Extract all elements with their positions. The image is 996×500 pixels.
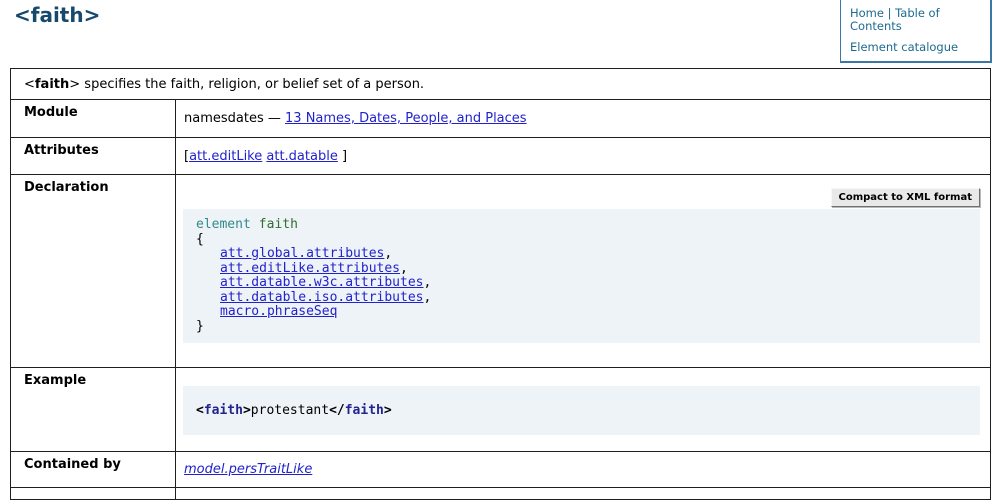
example-code-block: <faith>protestant</faith> [183, 386, 980, 435]
att-datable-link[interactable]: att.datable [266, 149, 337, 164]
code-suffix: , [400, 261, 408, 276]
code-line: { [196, 233, 972, 248]
nav-separator: | [888, 6, 892, 20]
example-close-gt: > [384, 403, 392, 418]
partial-row-value-cell [176, 488, 991, 500]
description-text: specifies the faith, religion, or belief… [80, 77, 424, 92]
example-open-bracket: < [196, 403, 204, 418]
compact-to-xml-button[interactable]: Compact to XML format [831, 188, 980, 207]
model-perstraitlike-link[interactable]: model.persTraitLike [184, 462, 312, 477]
open-brace: { [196, 232, 204, 247]
partial-row-label-cell [11, 488, 176, 500]
element-spec-table: <faith> specifies the faith, religion, o… [10, 68, 991, 500]
att-editlike-link[interactable]: att.editLike [189, 149, 262, 164]
attributes-label: Attributes [11, 138, 176, 175]
element-description: <faith> specifies the faith, religion, o… [11, 69, 991, 100]
attributes-close-bracket: ] [342, 149, 347, 164]
example-content: protestant [251, 403, 329, 418]
gi-close-bracket: > [69, 77, 80, 92]
macro-phraseseq-link[interactable]: macro.phraseSeq [220, 304, 337, 319]
att-editlike-attributes-link[interactable]: att.editLike.attributes [220, 261, 400, 276]
code-suffix: , [384, 246, 392, 261]
example-row: Example <faith>protestant</faith> [11, 368, 991, 452]
nav-box: Home | Table of Contents Element catalog… [840, 0, 992, 63]
nav-line-bottom: Element catalogue [850, 41, 982, 54]
module-dash: — [268, 111, 281, 126]
example-value: <faith>protestant</faith> [176, 368, 991, 452]
declaration-code-block: element faith { att.global.attributes, at… [183, 209, 980, 343]
close-brace: } [196, 319, 204, 334]
code-line: } [196, 320, 972, 335]
nav-home-link[interactable]: Home [850, 6, 884, 20]
declaration-row: Declaration Compact to XML format elemen… [11, 175, 991, 368]
description-row: <faith> specifies the faith, religion, o… [11, 69, 991, 100]
module-value: namesdates — 13 Names, Dates, People, an… [176, 100, 991, 138]
module-label: Module [11, 100, 176, 138]
example-label: Example [11, 368, 176, 452]
attributes-row: Attributes [att.editLike att.datable ] [11, 138, 991, 175]
code-suffix: , [424, 290, 432, 305]
code-line: element faith [196, 218, 972, 233]
att-datable-iso-attributes-link[interactable]: att.datable.iso.attributes [220, 290, 424, 305]
example-close-open-bracket: </ [329, 403, 345, 418]
contained-by-label: Contained by [11, 452, 176, 488]
example-close-tag: faith [345, 403, 384, 418]
code-suffix: , [424, 275, 432, 290]
gi-open-bracket: < [24, 77, 35, 92]
att-datable-w3c-attributes-link[interactable]: att.datable.w3c.attributes [220, 275, 424, 290]
code-line: macro.phraseSeq [196, 305, 972, 320]
nav-line-top: Home | Table of Contents [850, 7, 982, 33]
example-gt: > [243, 403, 251, 418]
module-row: Module namesdates — 13 Names, Dates, Peo… [11, 100, 991, 138]
nav-element-catalogue-link[interactable]: Element catalogue [850, 40, 958, 54]
declaration-label: Declaration [11, 175, 176, 368]
gi-element-name: faith [35, 77, 69, 92]
contained-by-row: Contained by model.persTraitLike [11, 452, 991, 488]
code-line: att.global.attributes, [196, 247, 972, 262]
contained-by-value: model.persTraitLike [176, 452, 991, 488]
rnc-element-name: faith [259, 217, 298, 232]
rnc-keyword: element [196, 217, 251, 232]
declaration-value: Compact to XML format element faith { att… [176, 175, 991, 368]
example-open-tag: faith [204, 403, 243, 418]
code-line: att.datable.w3c.attributes, [196, 276, 972, 291]
module-chapter-link[interactable]: 13 Names, Dates, People, and Places [285, 111, 527, 126]
code-line: att.datable.iso.attributes, [196, 291, 972, 306]
code-line: att.editLike.attributes, [196, 262, 972, 277]
partial-row [11, 488, 991, 500]
page-title: <faith> [14, 3, 100, 27]
declaration-toolbar: Compact to XML format [183, 188, 980, 207]
module-name: namesdates [184, 111, 264, 126]
attributes-value: [att.editLike att.datable ] [176, 138, 991, 175]
att-global-attributes-link[interactable]: att.global.attributes [220, 246, 384, 261]
